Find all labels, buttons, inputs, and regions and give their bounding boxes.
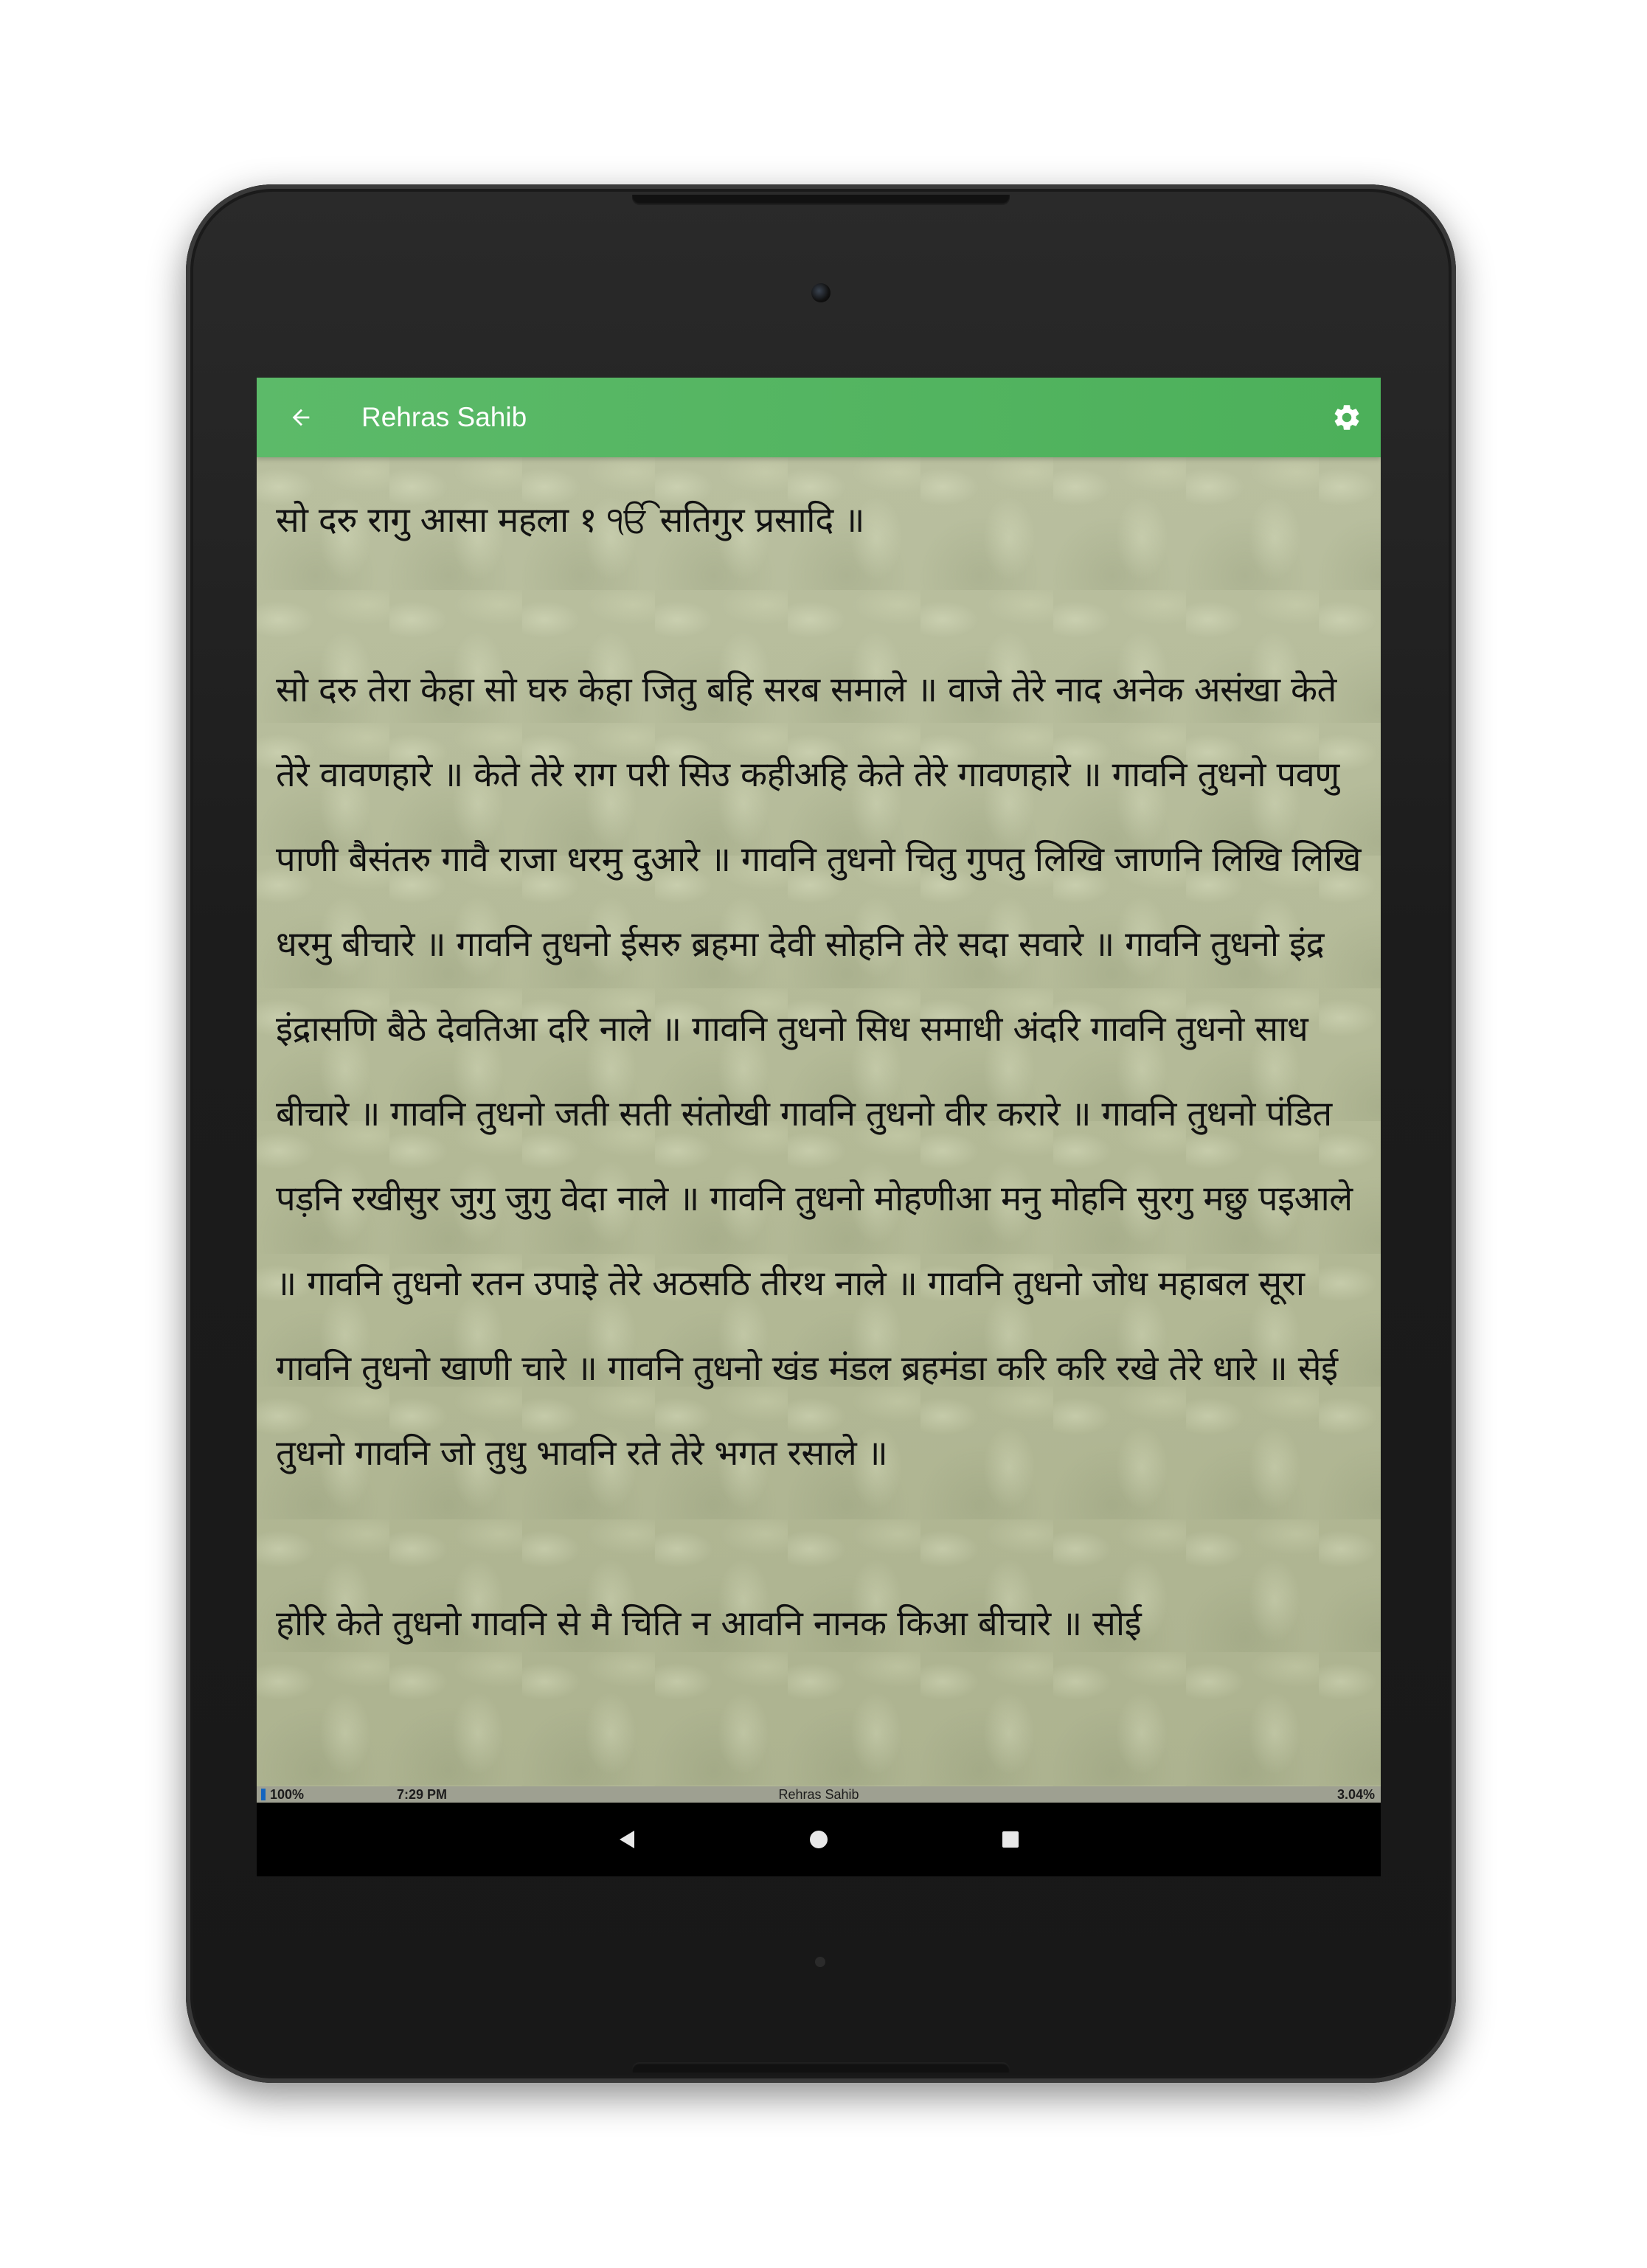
top-speaker-grille — [632, 195, 1010, 205]
triangle-back-icon[interactable] — [612, 1825, 642, 1854]
bottom-sensor — [815, 1957, 825, 1967]
reading-status-bar: 100% 7:29 PM Rehras Sahib 3.04% — [257, 1786, 1381, 1803]
app-bar: Rehras Sahib — [257, 378, 1381, 457]
device-screen: Rehras Sahib सो दरु रागु आसा महला १ ੴ सत… — [257, 378, 1381, 1876]
text-paragraph: सो दरु रागु आसा महला १ ੴ सतिगुर प्रसादि … — [276, 500, 864, 541]
settings-button[interactable] — [1325, 395, 1369, 440]
square-recents-icon[interactable] — [996, 1825, 1025, 1854]
front-camera — [811, 283, 831, 302]
arrow-left-icon — [292, 409, 310, 426]
circle-home-icon[interactable] — [804, 1825, 833, 1854]
gear-icon — [1334, 405, 1359, 430]
system-nav-bar — [257, 1803, 1381, 1876]
text-paragraph: होरि केते तुधनो गावनि से मै चिति न आवनि … — [276, 1603, 1142, 1644]
bottom-speaker-grille — [632, 2062, 1010, 2073]
status-title: Rehras Sahib — [778, 1787, 859, 1802]
reading-progress: 3.04% — [1336, 1787, 1375, 1802]
app-title: Rehras Sahib — [361, 402, 527, 432]
gurbani-text-view[interactable]: सो दरु रागु आसा महला १ ੴ सतिगुर प्रसादि … — [257, 457, 1381, 1786]
text-paragraph: सो दरु तेरा केहा सो घरु केहा जितु बहि सर… — [276, 670, 1362, 1474]
back-button[interactable] — [279, 395, 323, 440]
